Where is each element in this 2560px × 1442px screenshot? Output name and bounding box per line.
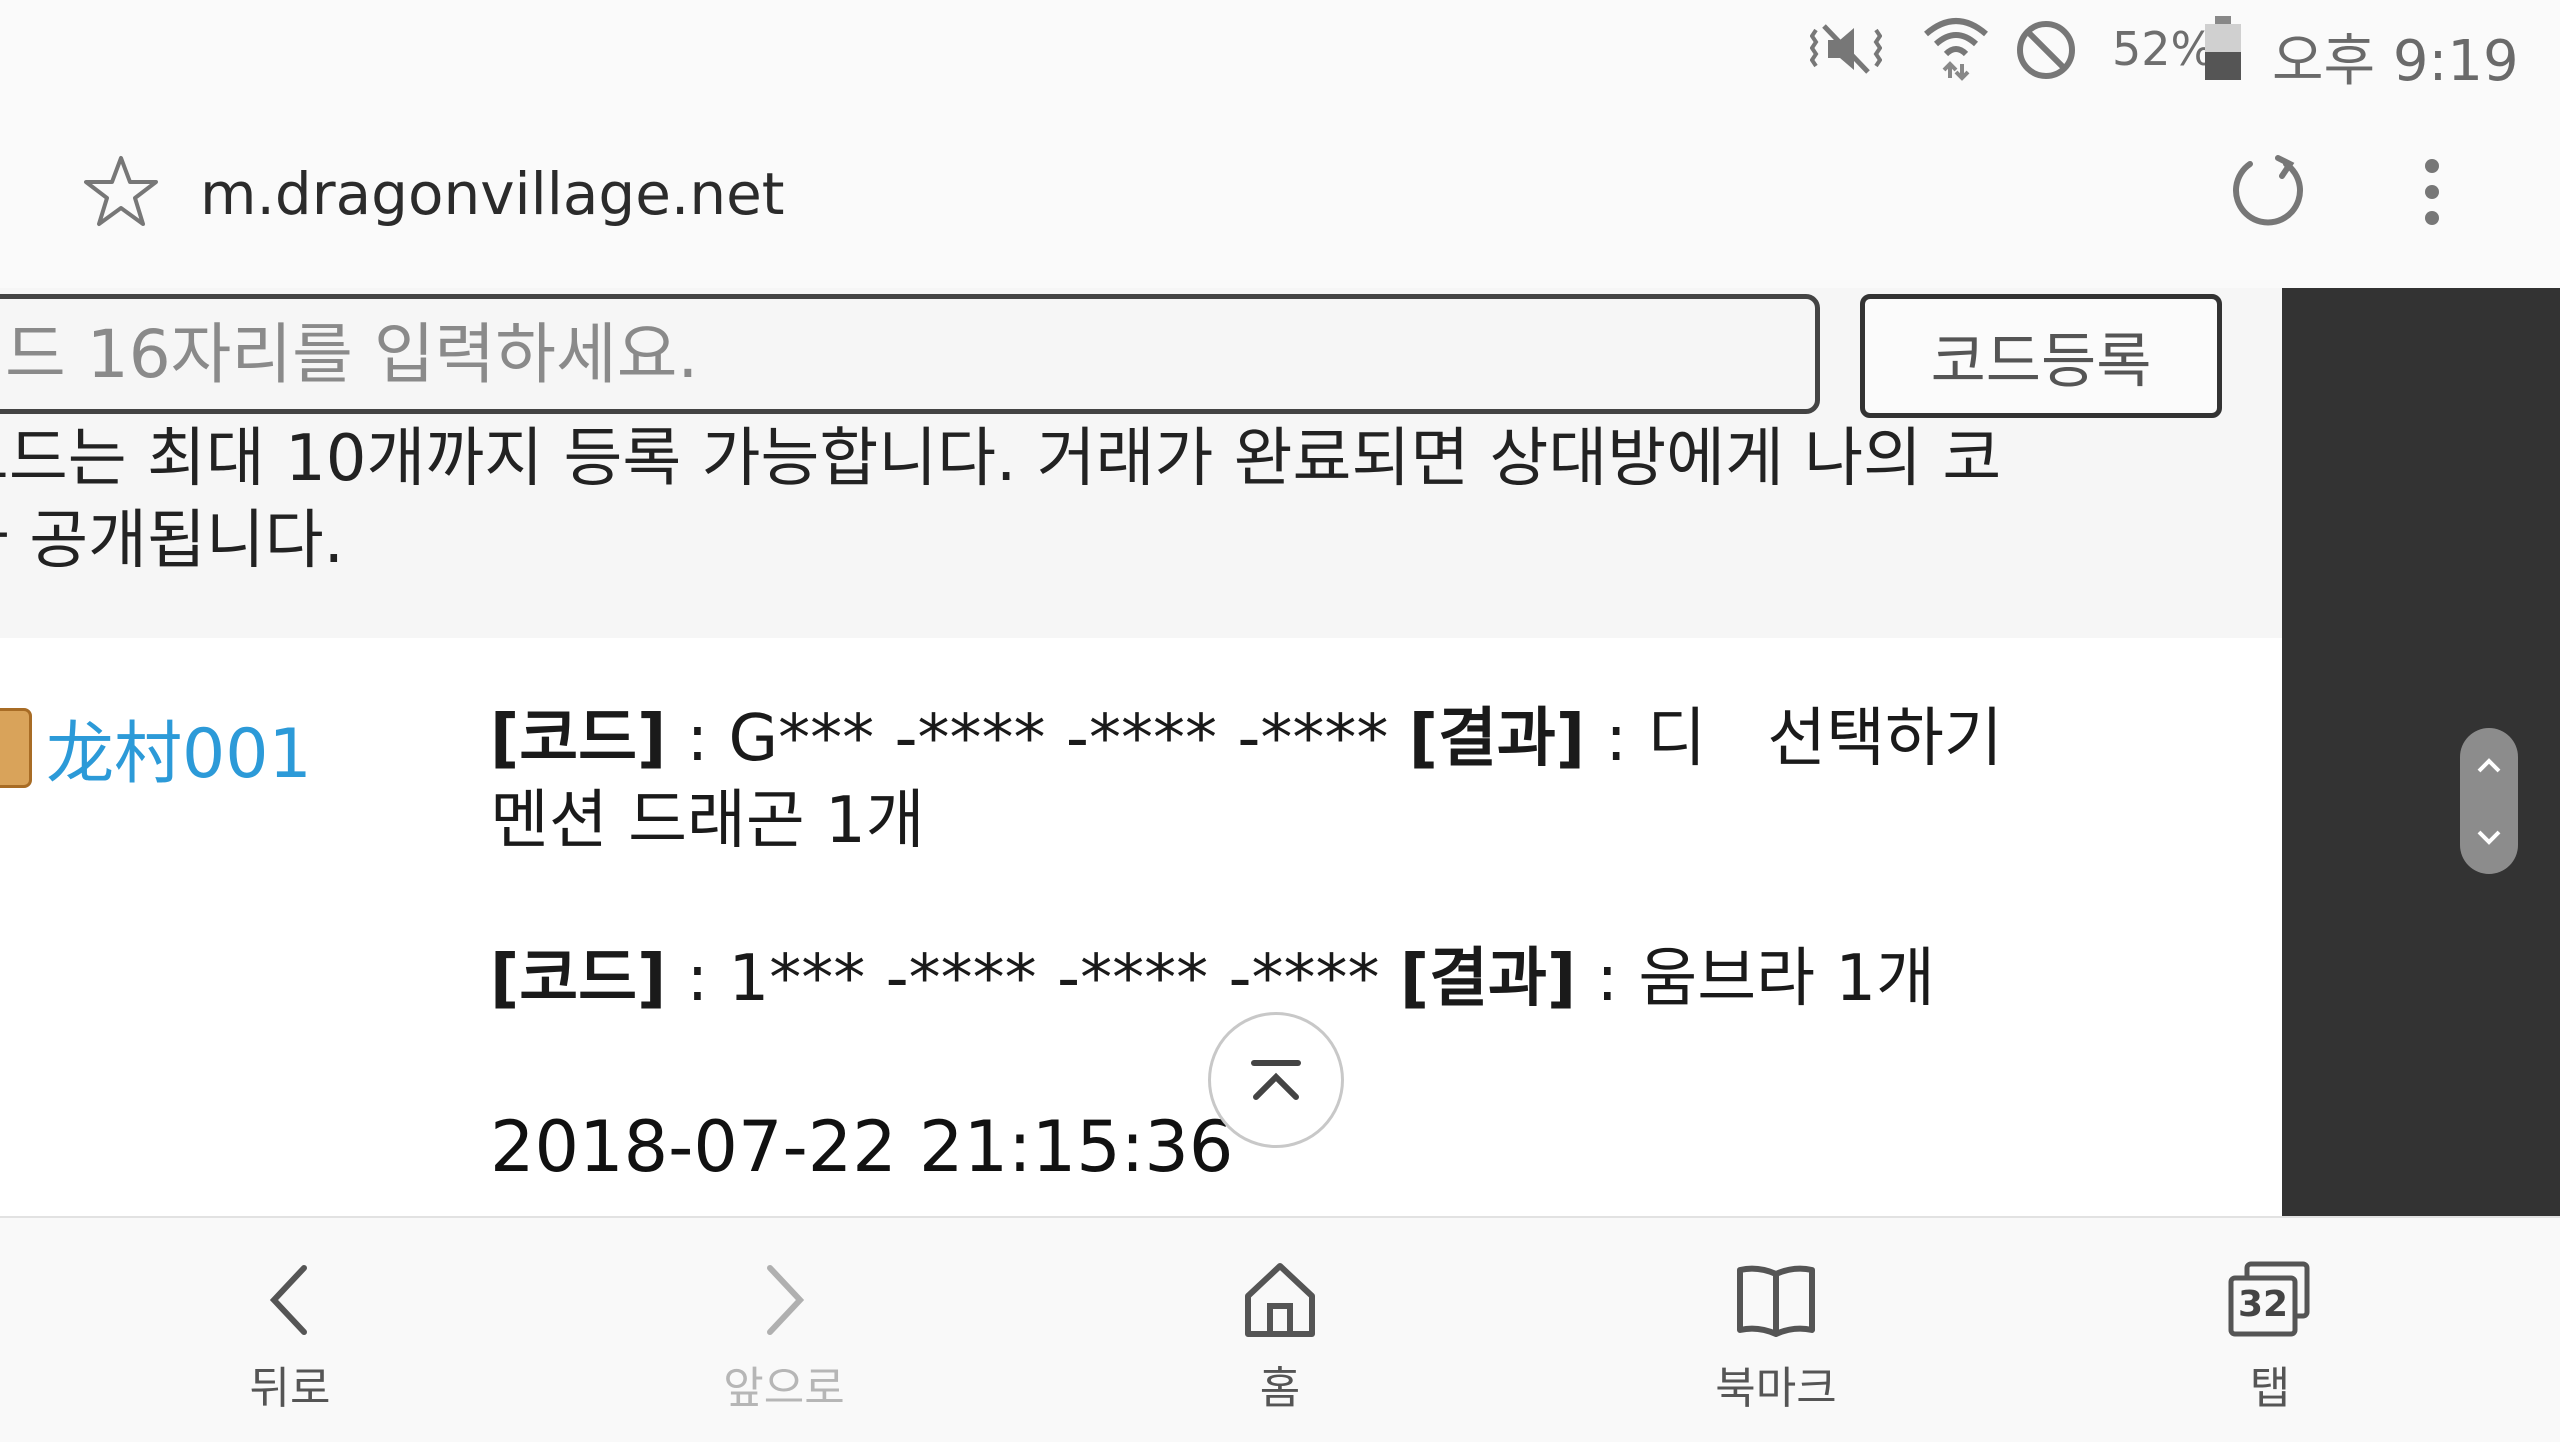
home-label: 홈 xyxy=(1259,1363,1301,1414)
result-label: [결과] xyxy=(1408,702,1586,776)
result-value: : 디 선택하기 xyxy=(1585,702,2003,776)
battery-icon xyxy=(2205,16,2241,80)
wifi-icon xyxy=(1924,18,1988,81)
bottom-navigation: 뒤로 앞으로 홈 북마크 32 탭 xyxy=(0,1216,2560,1442)
user-link[interactable]: 龙村001 xyxy=(0,698,312,797)
tab-count: 32 xyxy=(2237,1284,2289,1325)
tabs-label: 탭 xyxy=(2249,1363,2291,1414)
scroll-handle[interactable] xyxy=(2460,728,2518,874)
tabs-icon: 32 xyxy=(2225,1258,2315,1342)
do-not-disturb-icon xyxy=(2017,21,2075,79)
timestamp: 2018-07-22 21:15:36 xyxy=(490,1106,1234,1188)
tabs-button[interactable]: 32 탭 xyxy=(2180,1218,2360,1442)
scroll-to-top-icon xyxy=(1251,1060,1301,1100)
forward-button[interactable]: 앞으로 xyxy=(694,1218,874,1442)
code-input[interactable] xyxy=(0,294,1820,414)
code-register-section: 코드등록 코드는 최대 10개까지 등록 가능합니다. 거래가 완료되면 상대방… xyxy=(0,288,2282,638)
code-register-button[interactable]: 코드등록 xyxy=(1860,294,2222,418)
forward-icon xyxy=(767,1265,805,1335)
reload-icon[interactable] xyxy=(2228,150,2308,230)
notice-line-2: 가 공개됩니다. xyxy=(0,504,344,578)
trade-entry: [코드] : G*** -**** -**** -**** [결과] : 디 선… xyxy=(490,698,2280,862)
user-name[interactable]: 龙村001 xyxy=(46,698,312,797)
status-bar: 52% 오후 9:19 xyxy=(0,0,2560,100)
notice-line-1: 코드는 최대 10개까지 등록 가능합니다. 거래가 완료되면 상대방에게 나의… xyxy=(0,422,2002,496)
bookmark-icon xyxy=(1737,1265,1815,1337)
forward-label: 앞으로 xyxy=(723,1363,845,1414)
home-icon xyxy=(1245,1263,1315,1337)
bookmark-button[interactable]: 북마크 xyxy=(1686,1218,1866,1442)
notice-text: 코드는 최대 10개까지 등록 가능합니다. 거래가 완료되면 상대방에게 나의… xyxy=(0,418,2250,582)
result-value-cont: 멘션 드래곤 1개 xyxy=(490,784,925,858)
web-content: 코드등록 코드는 최대 10개까지 등록 가능합니다. 거래가 완료되면 상대방… xyxy=(0,288,2282,1216)
back-label: 뒤로 xyxy=(249,1363,331,1414)
back-button[interactable]: 뒤로 xyxy=(200,1218,380,1442)
star-icon[interactable] xyxy=(84,154,158,228)
code-label: [코드] xyxy=(490,702,667,776)
more-icon[interactable] xyxy=(2412,156,2452,228)
code-value: : 1*** -**** -**** -**** xyxy=(666,942,1400,1016)
code-label: [코드] xyxy=(490,942,667,1016)
trade-entry: [코드] : 1*** -**** -**** -**** [결과] : 움브라… xyxy=(490,938,2280,1020)
side-panel xyxy=(2282,288,2560,1216)
result-value: : 움브라 1개 xyxy=(1576,942,1936,1016)
back-icon xyxy=(269,1265,307,1335)
result-label: [결과] xyxy=(1399,942,1577,1016)
address-bar: m.dragonvillage.net xyxy=(0,100,2560,290)
chevron-up-icon xyxy=(2477,757,2501,772)
scroll-to-top-button[interactable] xyxy=(1208,1012,1344,1148)
url-field[interactable]: m.dragonvillage.net xyxy=(200,160,785,228)
mute-vibrate-icon xyxy=(1810,24,1882,74)
code-value: : G*** -**** -**** -**** xyxy=(666,702,1409,776)
avatar xyxy=(0,707,32,788)
clock: 오후 9:19 xyxy=(2272,29,2519,94)
bookmark-label: 북마크 xyxy=(1715,1363,1837,1414)
chevron-down-icon xyxy=(2477,830,2501,845)
battery-percent: 52% xyxy=(2112,22,2215,76)
home-button[interactable]: 홈 xyxy=(1190,1218,1370,1442)
